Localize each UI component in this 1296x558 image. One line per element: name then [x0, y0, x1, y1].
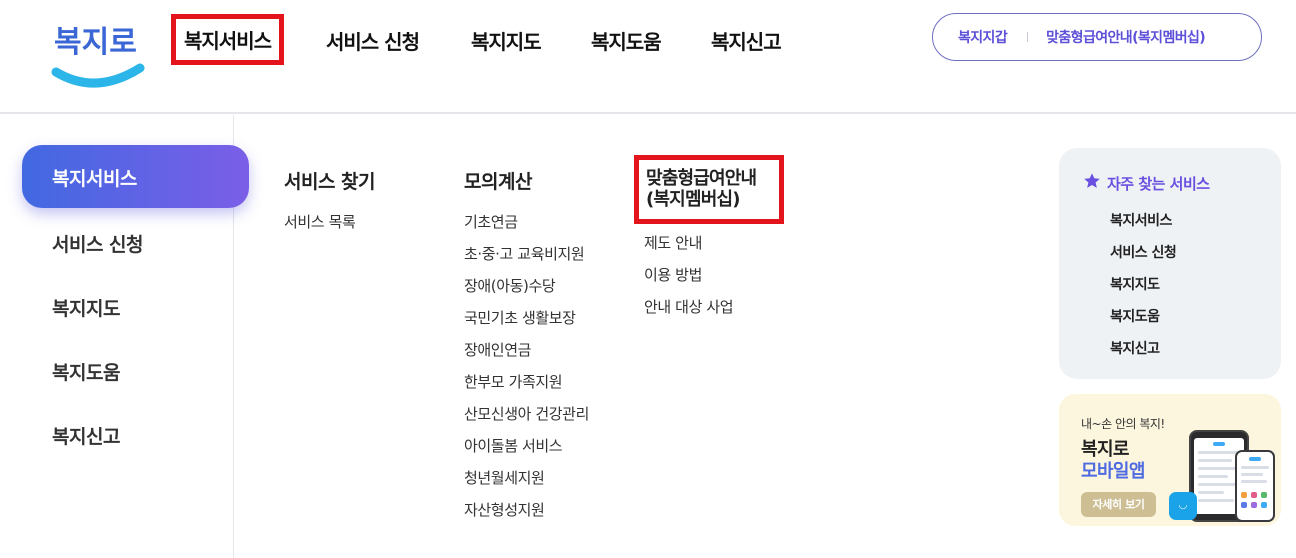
side-item-welfare-help[interactable]: 복지도움	[52, 358, 120, 385]
side-item-welfare-report[interactable]: 복지신고	[52, 422, 120, 449]
membership-usage-link[interactable]: 이용 방법	[644, 264, 702, 285]
membership-title[interactable]: 맞춤형급여안내 (복지멤버십)	[634, 155, 784, 224]
service-find-title[interactable]: 서비스 찾기	[284, 167, 376, 194]
side-menu: 복지서비스 서비스 신청 복지지도 복지도움 복지신고	[0, 115, 249, 558]
app-icon: ◡	[1169, 492, 1197, 520]
gnb-welfare-map[interactable]: 복지지도	[471, 26, 542, 55]
gnb-welfare-report[interactable]: 복지신고	[711, 26, 782, 55]
sim-link-disability-pension[interactable]: 장애인연금	[464, 339, 531, 360]
favorite-item[interactable]: 복지도움	[1110, 306, 1160, 326]
favorite-services-panel: 자주 찾는 서비스 복지서비스 서비스 신청 복지지도 복지도움 복지신고	[1059, 148, 1281, 379]
simulation-title[interactable]: 모의계산	[464, 167, 532, 194]
gnb-welfare-service[interactable]: 복지서비스	[171, 14, 284, 65]
phone-mockup-front-icon	[1235, 450, 1275, 522]
favorite-item[interactable]: 복지신고	[1110, 338, 1160, 358]
app-banner-title-accent: 모바일앱	[1081, 461, 1145, 482]
sim-link-child-care[interactable]: 아이돌봄 서비스	[464, 435, 563, 456]
side-item-welfare-map[interactable]: 복지지도	[52, 294, 120, 321]
membership-title-line2: (복지멤버십)	[646, 189, 740, 210]
header: 복지로 복지서비스 서비스 신청 복지지도 복지도움 복지신고 복지지갑 맞춤형…	[0, 0, 1296, 114]
favorite-item[interactable]: 복지서비스	[1110, 210, 1172, 230]
mobile-app-banner[interactable]: 내~손 안의 복지! 복지로 모바일앱 자세히 보기 ◡	[1059, 394, 1281, 526]
sim-link-asset-building[interactable]: 자산형성지원	[464, 499, 545, 520]
sim-link-education-support[interactable]: 초·중·고 교육비지원	[464, 243, 585, 264]
sim-link-disabled-child-allowance[interactable]: 장애(아동)수당	[464, 275, 556, 296]
membership-guide-link[interactable]: 맞춤형급여안내(복지멤버십)	[1046, 27, 1206, 47]
sim-link-youth-rent[interactable]: 청년월세지원	[464, 467, 545, 488]
side-item-welfare-service[interactable]: 복지서비스	[22, 145, 249, 208]
favorite-services-title: 자주 찾는 서비스	[1107, 175, 1210, 193]
sim-link-basic-livelihood[interactable]: 국민기초 생활보장	[464, 307, 576, 328]
sim-link-single-parent[interactable]: 한부모 가족지원	[464, 371, 563, 392]
side-item-service-apply[interactable]: 서비스 신청	[52, 230, 144, 257]
favorite-item[interactable]: 서비스 신청	[1110, 242, 1177, 262]
gnb-welfare-help[interactable]: 복지도움	[591, 26, 662, 55]
app-details-button[interactable]: 자세히 보기	[1081, 492, 1156, 517]
membership-title-line1: 맞춤형급여안내	[646, 168, 757, 189]
sim-link-basic-pension[interactable]: 기초연금	[464, 211, 518, 232]
utility-links: 복지지갑 맞춤형급여안내(복지멤버십)	[932, 13, 1262, 61]
sim-link-maternal-newborn[interactable]: 산모신생아 건강관리	[464, 403, 589, 424]
service-list-link[interactable]: 서비스 목록	[284, 211, 356, 232]
star-icon	[1084, 173, 1100, 188]
bokjiro-logo[interactable]: 복지로	[48, 10, 148, 96]
favorite-item[interactable]: 복지지도	[1110, 274, 1160, 294]
side-item-label: 복지서비스	[52, 168, 137, 190]
utility-divider	[1027, 32, 1029, 42]
membership-system-link[interactable]: 제도 안내	[644, 232, 702, 253]
app-banner-subtitle: 내~손 안의 복지!	[1081, 417, 1165, 431]
gnb-service-apply[interactable]: 서비스 신청	[326, 26, 420, 55]
membership-target-link[interactable]: 안내 대상 사업	[644, 296, 734, 317]
welfare-wallet-link[interactable]: 복지지갑	[958, 27, 1008, 47]
logo-text: 복지로	[54, 25, 137, 60]
